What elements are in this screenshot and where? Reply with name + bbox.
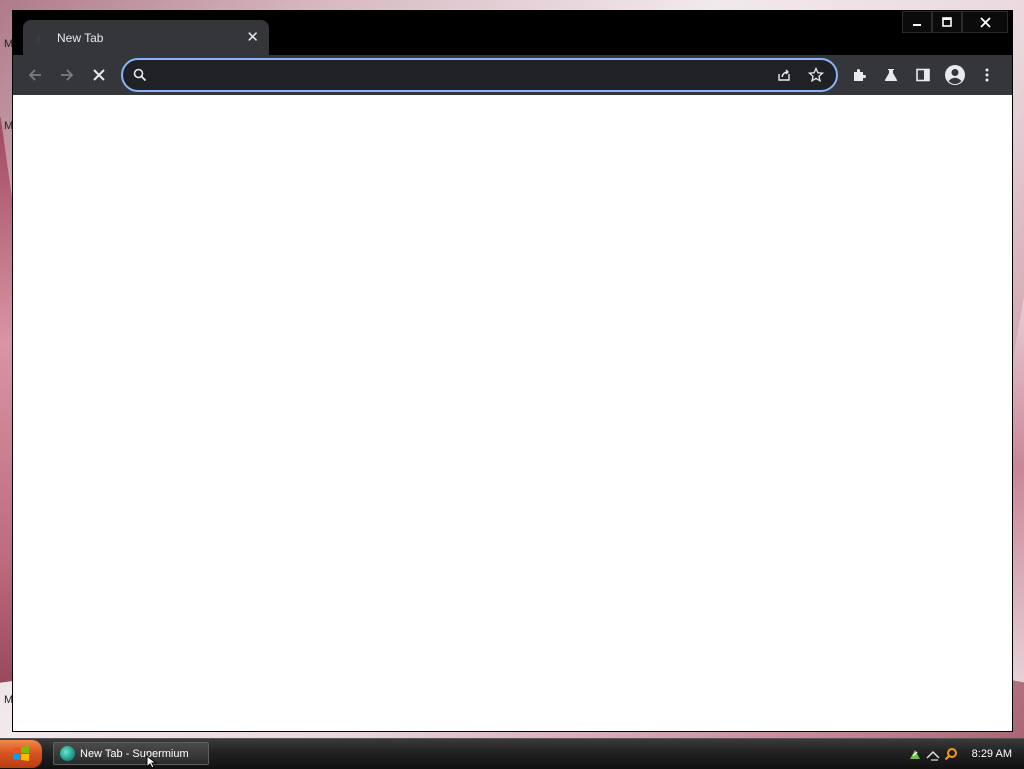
extensions-icon [854, 69, 866, 81]
tab-close-icon[interactable]: ✕ [246, 30, 259, 45]
address-bar[interactable] [121, 58, 838, 92]
loading-spinner-icon [37, 31, 49, 44]
star-icon [808, 67, 824, 83]
page-content[interactable] [13, 95, 1012, 731]
close-icon [979, 16, 991, 28]
network-icon[interactable] [926, 747, 940, 761]
labs-button[interactable] [875, 59, 907, 91]
windows-logo-icon [13, 746, 29, 761]
back-button[interactable] [19, 59, 51, 91]
close-icon [93, 69, 105, 81]
profile-icon [945, 65, 965, 85]
search-icon [133, 67, 149, 83]
menu-button[interactable] [971, 59, 1003, 91]
supermium-icon [60, 746, 75, 761]
window-controls [902, 11, 1008, 33]
stop-button[interactable] [83, 59, 115, 91]
maximize-icon [942, 17, 952, 27]
profile-button[interactable] [939, 59, 971, 91]
tab-new-tab[interactable]: New Tab ✕ [23, 20, 269, 55]
more-icon [985, 68, 989, 82]
safely-remove-icon[interactable] [908, 747, 922, 761]
side-panel-button[interactable] [907, 59, 939, 91]
browser-toolbar [13, 55, 1012, 95]
share-icon [778, 69, 790, 81]
system-tray: 8:29 AM [900, 739, 1024, 769]
forward-button[interactable] [51, 59, 83, 91]
extensions-button[interactable] [843, 59, 875, 91]
labs-icon [884, 69, 898, 81]
minimize-button[interactable] [902, 11, 932, 33]
share-button[interactable] [768, 61, 800, 89]
close-window-button[interactable] [962, 11, 1008, 33]
minimize-icon [913, 24, 921, 26]
clock[interactable]: 8:29 AM [972, 748, 1012, 760]
start-button[interactable] [0, 740, 42, 768]
address-input[interactable] [149, 60, 768, 90]
tab-title: New Tab [57, 30, 104, 45]
taskbar-item-browser[interactable]: New Tab - Supermium [53, 742, 209, 765]
side-panel-icon [916, 68, 930, 82]
bookmark-button[interactable] [800, 61, 832, 89]
title-bar[interactable]: New Tab ✕ [13, 11, 1012, 55]
browser-window: New Tab ✕ [12, 10, 1013, 732]
maximize-button[interactable] [932, 11, 962, 33]
search-icon[interactable] [944, 747, 958, 761]
taskbar-item-label: New Tab - Supermium [80, 747, 189, 760]
mouse-cursor-icon [146, 755, 158, 769]
arrow-right-icon [61, 69, 74, 81]
arrow-left-icon [28, 69, 41, 81]
